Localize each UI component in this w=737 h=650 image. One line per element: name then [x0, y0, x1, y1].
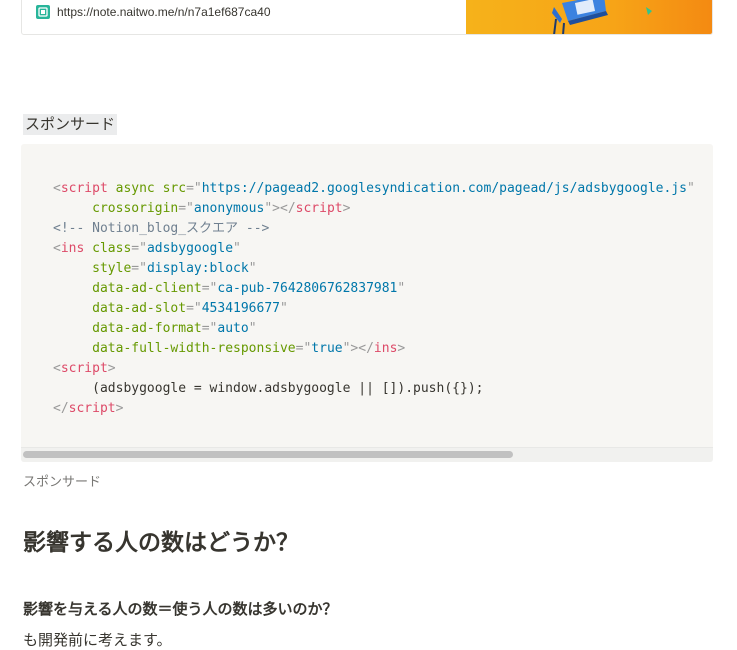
bookmark-thumbnail: [466, 0, 712, 34]
code-line: <!-- Notion_blog_スクエア -->: [53, 219, 695, 239]
subsection-heading: 影響を与える人の数＝使う人の数は多いのか？: [23, 600, 338, 618]
code-token-attr: data-full-width-responsive: [92, 341, 296, 356]
code-line: </script>: [53, 399, 695, 419]
code-token-plain: (adsbygoogle = window.adsbygoogle || [])…: [53, 381, 484, 396]
code-token-val: ca-pub-7642806762837981: [217, 281, 398, 296]
code-token-punct: <: [53, 181, 61, 196]
code-caption: スポンサード: [23, 475, 102, 490]
code-token-punct: ": [397, 281, 406, 296]
bookmark-url: https://note.naitwo.me/n/n7a1ef687ca40: [57, 5, 271, 19]
code-content[interactable]: <script async src="https://pagead2.googl…: [53, 179, 695, 419]
code-line: data-ad-client="ca-pub-7642806762837981": [53, 279, 695, 299]
code-token-punct: "></: [264, 201, 296, 216]
code-line: <ins class="adsbygoogle": [53, 239, 695, 259]
code-token-punct: =": [186, 301, 202, 316]
code-token-attr: data-ad-client: [92, 281, 202, 296]
horizontal-scrollbar-thumb[interactable]: [23, 451, 513, 458]
code-token-punct: "></: [342, 341, 374, 356]
code-token-punct: ": [233, 241, 241, 256]
code-token-punct: ": [248, 261, 257, 276]
code-line: data-ad-slot="4534196677": [53, 299, 695, 319]
code-token-val: display:block: [146, 261, 249, 276]
code-token-val: anonymous: [193, 201, 265, 216]
code-token-val: adsbygoogle: [146, 241, 234, 256]
code-line: (adsbygoogle = window.adsbygoogle || [])…: [53, 379, 695, 399]
code-token-attr: crossorigin: [92, 201, 179, 216]
code-token-punct: <: [53, 241, 61, 256]
sponsor-heading: スポンサード: [23, 114, 118, 135]
code-token-tag: script: [60, 361, 108, 376]
paragraph-text: も開発前に考えます。: [23, 631, 172, 649]
code-token-punct: <: [53, 361, 61, 376]
code-token-tag: script: [295, 201, 343, 216]
code-token-attr: data-ad-format: [92, 321, 202, 336]
code-token-punct: >: [342, 201, 351, 216]
code-token-tag: ins: [60, 241, 85, 256]
code-token-punct: ": [280, 301, 288, 316]
code-token-attr: class: [92, 241, 132, 256]
code-token-punct: ": [687, 181, 695, 196]
code-token-punct: >: [397, 341, 406, 356]
code-line: data-ad-format="auto": [53, 319, 695, 339]
code-token-val: auto: [217, 321, 249, 336]
code-token-tag: ins: [373, 341, 398, 356]
code-token-val: true: [311, 341, 343, 356]
note-favicon-icon: [36, 5, 50, 19]
code-token-punct: >: [107, 361, 116, 376]
code-token-punct: =": [295, 341, 312, 356]
code-token-attr: data-ad-slot: [92, 301, 187, 316]
code-token-tag: script: [60, 181, 108, 196]
code-token-val: https://pagead2.googlesyndication.com/pa…: [201, 181, 687, 196]
code-token-punct: =": [131, 241, 147, 256]
code-token-attr: style: [92, 261, 132, 276]
code-block[interactable]: <script async src="https://pagead2.googl…: [21, 144, 713, 462]
code-line: style="display:block": [53, 259, 695, 279]
bookmark-card[interactable]: https://note.naitwo.me/n/n7a1ef687ca40: [21, 0, 713, 35]
bookmark-link[interactable]: https://note.naitwo.me/n/n7a1ef687ca40: [36, 5, 271, 19]
code-token-punct: </: [53, 401, 69, 416]
code-line: crossorigin="anonymous"></script>: [53, 199, 695, 219]
code-token-attr: async: [115, 181, 155, 196]
code-token-punct: =": [131, 261, 147, 276]
horizontal-scrollbar[interactable]: [21, 447, 713, 462]
code-token-punct: =": [186, 181, 202, 196]
code-token-punct: =": [201, 321, 218, 336]
code-line: <script async src="https://pagead2.googl…: [53, 179, 695, 199]
section-heading: 影響する人の数はどうか？: [23, 530, 299, 556]
code-token-tag: script: [68, 401, 116, 416]
code-token-comment: <!-- Notion_blog_スクエア -->: [53, 221, 270, 236]
code-token-attr: src: [162, 181, 187, 196]
code-token-punct: ": [248, 321, 257, 336]
code-token-punct: =": [201, 281, 218, 296]
code-token-val: 4534196677: [201, 301, 280, 316]
code-line: data-full-width-responsive="true"></ins>: [53, 339, 695, 359]
code-token-punct: >: [115, 401, 124, 416]
code-line: <script>: [53, 359, 695, 379]
code-token-punct: =": [178, 201, 194, 216]
